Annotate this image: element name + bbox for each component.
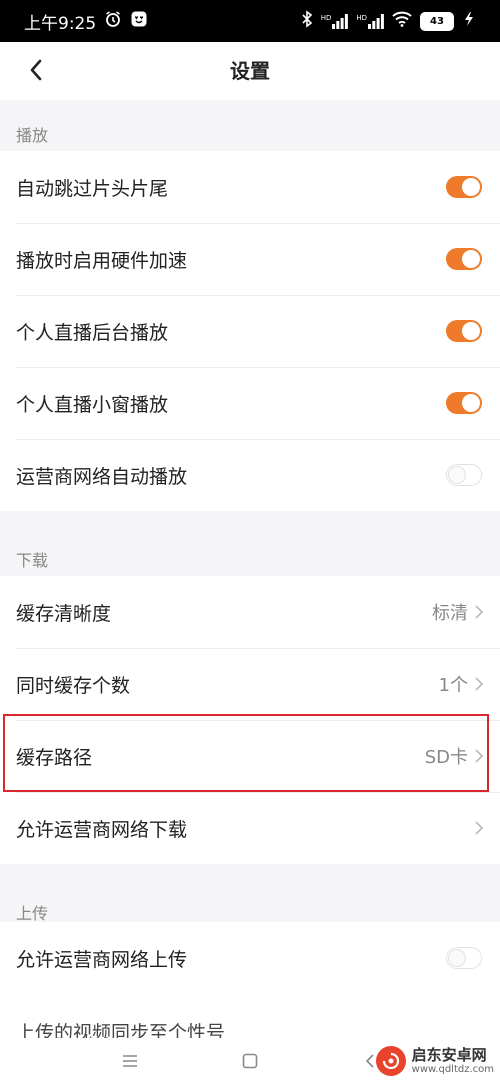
section-header-playback: 播放 [16,126,49,145]
setting-value: 1个 [438,675,468,696]
wifi-icon [392,11,412,32]
setting-label: 运营商网络自动播放 [16,465,188,488]
alarm-icon [104,10,122,33]
setting-value: 标清 [432,603,468,624]
battery-icon: 43 [420,11,454,31]
chevron-right-icon [475,821,484,835]
top-nav-bar: 设置 [0,42,500,100]
back-arrow-icon [365,1054,374,1068]
setting-cellular-upload[interactable]: 允许运营商网络上传 [0,922,500,994]
live-mini-window-toggle[interactable] [446,392,482,414]
setting-label: 自动跳过片头片尾 [16,177,169,200]
setting-live-mini-window[interactable]: 个人直播小窗播放 [0,367,500,439]
setting-label: 同时缓存个数 [16,674,131,697]
chevron-right-icon [475,749,484,763]
section-header-download: 下载 [16,551,49,570]
status-time: 上午9:25 [24,13,97,34]
setting-label: 上传的视频同步至个性号 [16,1022,226,1038]
watermark: 启东安卓网 www.qdltdz.com [375,1046,494,1076]
setting-label: 播放时启用硬件加速 [16,249,188,272]
menu-button[interactable] [115,1046,145,1076]
setting-label: 允许运营商网络上传 [16,948,188,971]
chevron-right-icon [475,677,484,691]
setting-cache-path[interactable]: 缓存路径 SD卡 [0,720,500,792]
charging-icon [462,11,476,32]
status-bar: 上午9:25 HD HD 43 [0,0,500,42]
home-square-icon [242,1053,258,1069]
playback-group: 自动跳过片头片尾 播放时启用硬件加速 个人直播后台播放 个人直播小窗播放 运营商… [0,151,500,511]
section-header-upload: 上传 [16,904,49,923]
network-label-2: HD [356,13,367,22]
setting-concurrent-cache-count[interactable]: 同时缓存个数 1个 [0,648,500,720]
bluetooth-icon [301,9,313,33]
skip-intro-outro-toggle[interactable] [446,176,482,198]
watermark-name: 启东安卓网 [411,1046,487,1065]
setting-cellular-autoplay[interactable]: 运营商网络自动播放 [0,439,500,511]
setting-value: SD卡 [424,747,468,768]
setting-label: 缓存清晰度 [16,602,112,625]
network-label-1: HD [320,13,332,22]
signal-2-icon: HD [356,13,384,29]
download-group: 缓存清晰度 标清 同时缓存个数 1个 缓存路径 SD卡 允许运营商网络下载 [0,576,500,864]
setting-label: 个人直播小窗播放 [16,393,169,416]
upload-group: 允许运营商网络上传 [0,922,500,994]
setting-label: 个人直播后台播放 [16,321,169,344]
cellular-upload-toggle[interactable] [446,947,482,969]
setting-skip-intro-outro[interactable]: 自动跳过片头片尾 [0,151,500,223]
page-title: 设置 [230,59,270,83]
watermark-url: www.qdltdz.com [411,1063,494,1075]
setting-sync-upload-partial[interactable]: 上传的视频同步至个性号 [0,994,500,1038]
setting-label: 允许运营商网络下载 [16,818,188,841]
menu-icon [123,1055,137,1067]
setting-label: 缓存路径 [16,746,93,769]
chevron-left-icon [30,59,42,81]
watermark-logo-icon [375,1046,406,1076]
home-button[interactable] [235,1046,265,1076]
hardware-acceleration-toggle[interactable] [446,248,482,270]
signal-1-icon: HD [320,13,349,29]
back-button[interactable] [18,52,54,88]
setting-cellular-download[interactable]: 允许运营商网络下载 [0,792,500,864]
live-background-play-toggle[interactable] [446,320,482,342]
setting-hardware-acceleration[interactable]: 播放时启用硬件加速 [0,223,500,295]
cellular-autoplay-toggle[interactable] [446,464,482,486]
chevron-right-icon [475,605,484,619]
setting-live-background-play[interactable]: 个人直播后台播放 [0,295,500,367]
app-notification-icon [130,10,148,33]
setting-cache-quality[interactable]: 缓存清晰度 标清 [0,576,500,648]
